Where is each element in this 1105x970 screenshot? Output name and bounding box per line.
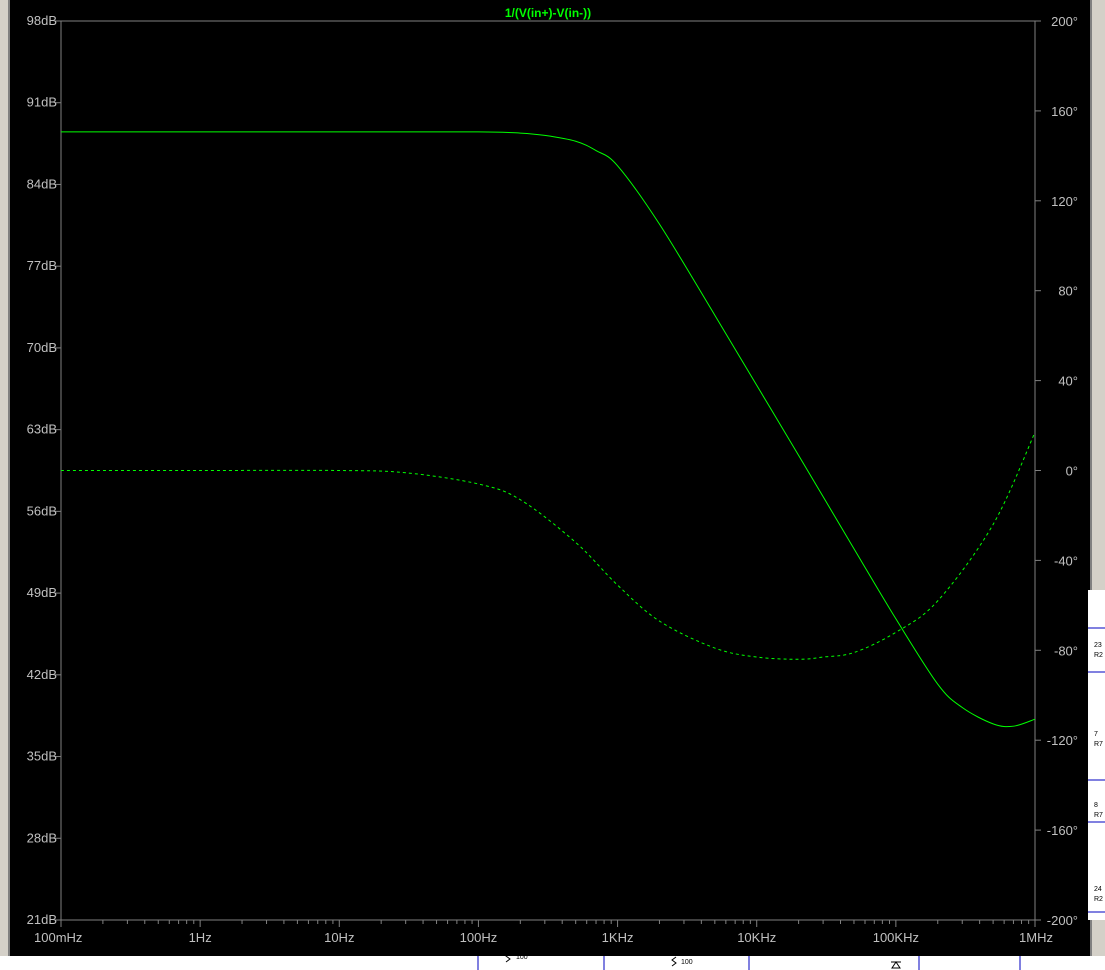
y-tick-label: 91dB [27,95,57,110]
x-tick-label: 1MHz [1019,930,1053,945]
y2-tick-label: 40° [1058,374,1078,389]
y-tick-label: 84dB [27,176,57,191]
x-tick-label: 10Hz [324,930,354,945]
y2-tick-label: -200° [1047,913,1078,928]
y2-tick-label: 160° [1051,104,1078,119]
y-tick-label: 35dB [27,749,57,764]
y-tick-label: 77dB [27,258,57,273]
y2-tick-label: 120° [1051,194,1078,209]
x-tick-label: 100Hz [460,930,498,945]
bode-plot[interactable]: 98dB 91dB 84dB 77dB 70dB 63dB 56dB 49dB 42dB 35dB… [0,0,1105,970]
y-tick-label: 49dB [27,585,57,600]
series-group [60,131,1036,728]
y2-tick-label: -120° [1047,733,1078,748]
x-tick-label: 1Hz [189,930,212,945]
y2-tick-label: -160° [1047,823,1078,838]
y2-tick-label: -80° [1054,643,1078,658]
y-tick-label: 70dB [27,340,57,355]
x-tick-label: 100mHz [34,930,82,945]
axis-ticks [55,20,1041,927]
y-tick-label: 21dB [27,912,57,927]
schematic-wires [477,627,1105,970]
y2-tick-label: 0° [1066,464,1078,479]
y2-tick-label: 80° [1058,284,1078,299]
phase-trace [61,432,1036,660]
y-tick-label: 98dB [27,13,57,28]
x-tick-label: 10KHz [737,930,776,945]
y2-tick-label: 200° [1051,14,1078,29]
y2-tick-label: -40° [1054,553,1078,568]
diode-symbol [891,961,901,969]
magnitude-trace [60,131,1036,728]
resistor-symbol [671,956,677,967]
y-tick-label: 42dB [27,667,57,682]
y-tick-label: 63dB [27,422,57,437]
x-tick-label: 100KHz [873,930,919,945]
axis-labels: 98dB 91dB 84dB 77dB 70dB 63dB 56dB 49dB 42dB 35dB… [27,13,1078,945]
y-tick-label: 28dB [27,830,57,845]
resistor-symbol [505,952,511,963]
y-tick-label: 56dB [27,503,57,518]
x-tick-label: 1KHz [602,930,634,945]
chart-title: 1/(V(in+)-V(in-)) [505,6,591,20]
